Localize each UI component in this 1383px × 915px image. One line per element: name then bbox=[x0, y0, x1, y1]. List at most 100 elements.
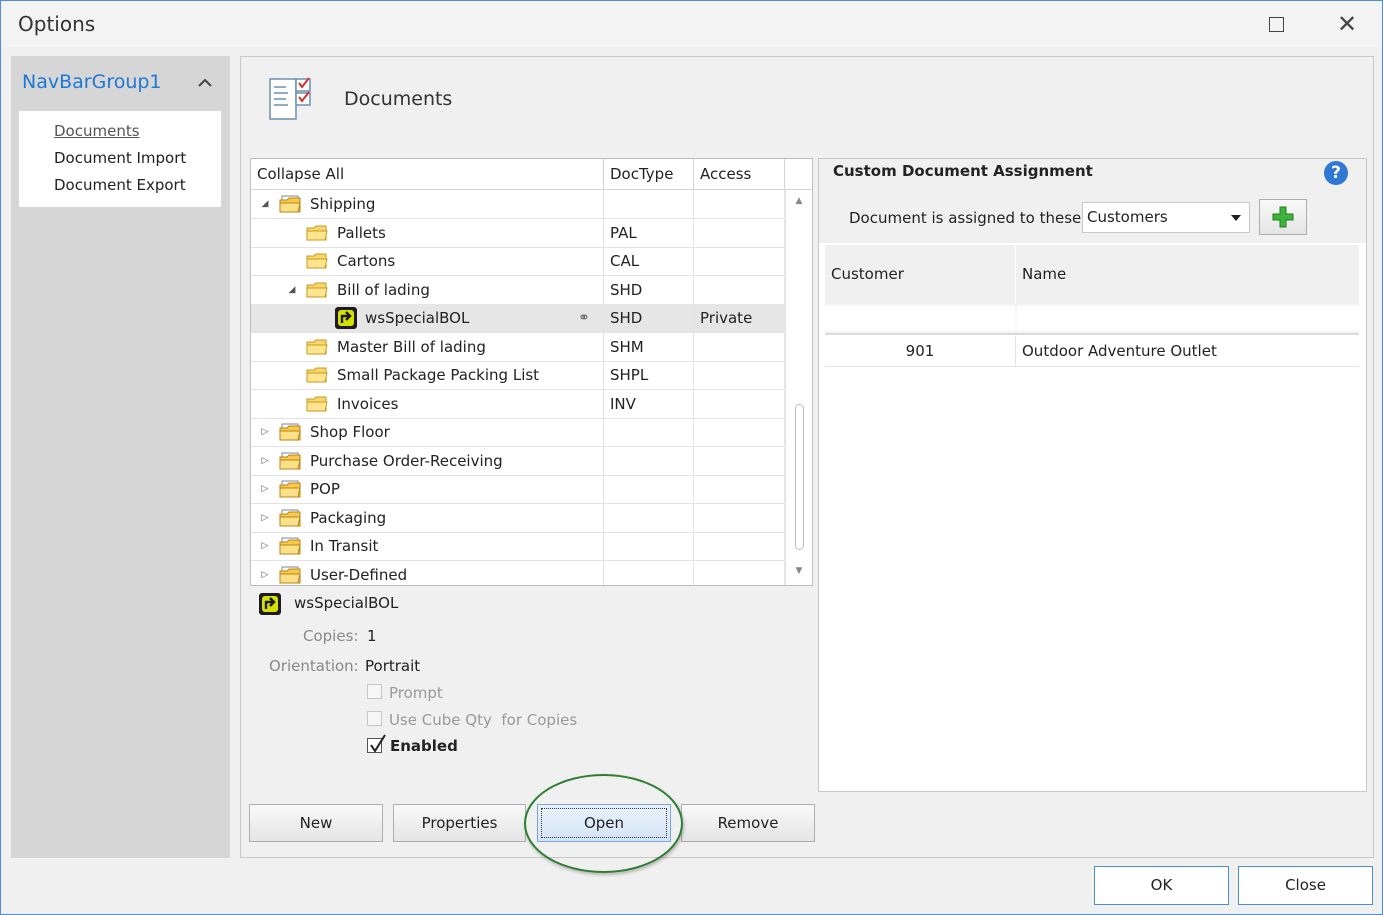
tree-scrollbar[interactable]: ▲ ▼ bbox=[785, 190, 812, 585]
name-cell: Outdoor Adventure Outlet bbox=[1022, 342, 1217, 360]
collapse-arrow-icon[interactable]: ◢ bbox=[286, 276, 298, 304]
column-header-customer[interactable]: Customer bbox=[825, 245, 1016, 304]
tree-row[interactable]: ▷ Packaging bbox=[251, 503, 785, 533]
scroll-up-icon[interactable]: ▲ bbox=[792, 196, 806, 206]
nav-bar: NavBarGroup1 Documents Document Import D… bbox=[11, 56, 230, 858]
nav-items: Documents Document Import Document Expor… bbox=[19, 111, 221, 207]
tree-row[interactable]: ▷ Shop Floor bbox=[251, 418, 785, 447]
tree-row[interactable]: ◢ Shipping bbox=[251, 190, 785, 219]
column-header-name[interactable]: Name bbox=[1016, 245, 1359, 304]
folder-stack-icon bbox=[279, 423, 301, 441]
folder-stack-icon bbox=[279, 566, 301, 583]
tree-row[interactable]: wsSpecialBOL ⚭ SHD Private bbox=[251, 304, 785, 333]
tree-doctype-cell bbox=[604, 190, 694, 218]
tree-access-cell bbox=[694, 247, 785, 275]
document-details: wsSpecialBOL Copies: 1 Orientation: Port… bbox=[250, 587, 813, 793]
tree-item-label: Invoices bbox=[337, 394, 399, 413]
tree-row[interactable]: ▷ POP bbox=[251, 475, 785, 504]
tree-row[interactable]: ▷ Purchase Order-Receiving bbox=[251, 446, 785, 476]
orientation-value: Portrait bbox=[365, 657, 421, 675]
folder-stack-icon bbox=[279, 509, 301, 526]
tree-access-cell bbox=[694, 190, 785, 218]
custom-doc-icon bbox=[335, 307, 357, 329]
tree-row[interactable]: ▷ In Transit bbox=[251, 532, 785, 561]
tree-name-cell: wsSpecialBOL ⚭ bbox=[251, 304, 604, 332]
tree-item-label: Shipping bbox=[310, 195, 376, 213]
checkmark-icon bbox=[370, 734, 386, 753]
help-icon[interactable]: ? bbox=[1324, 161, 1348, 185]
prompt-checkbox[interactable] bbox=[367, 684, 382, 699]
tree-item-label: Small Package Packing List bbox=[337, 366, 540, 384]
nav-item-document-import[interactable]: Document Import bbox=[54, 149, 186, 167]
tree-doctype-cell: INV bbox=[604, 389, 694, 418]
tree-item-label: POP bbox=[310, 480, 340, 498]
close-icon: ✕ bbox=[1336, 10, 1358, 38]
column-header-access[interactable]: Access bbox=[694, 159, 785, 190]
expand-arrow-icon[interactable]: ▷ bbox=[259, 418, 271, 446]
column-header-collapse-all[interactable]: Collapse All bbox=[251, 159, 604, 190]
maximize-icon bbox=[1268, 16, 1284, 32]
folder-icon bbox=[306, 339, 328, 354]
remove-button[interactable]: Remove bbox=[681, 804, 815, 842]
custom-doc-icon bbox=[259, 593, 281, 615]
ok-button[interactable]: OK bbox=[1094, 866, 1229, 905]
expand-arrow-icon[interactable]: ▷ bbox=[259, 447, 271, 475]
assigned-to-select[interactable]: Customers bbox=[1082, 202, 1250, 233]
enabled-checkbox[interactable] bbox=[367, 734, 386, 753]
tree-doctype-cell: SHD bbox=[604, 275, 694, 304]
tree-doctype-cell bbox=[604, 560, 694, 585]
tree-access-cell bbox=[694, 361, 785, 389]
tree-row[interactable]: Invoices INV bbox=[251, 389, 785, 419]
custom-document-assignment: Custom Document Assignment ? Document is… bbox=[818, 158, 1367, 792]
properties-button[interactable]: Properties bbox=[393, 804, 526, 842]
nav-item-documents[interactable]: Documents bbox=[54, 122, 140, 140]
highlight-ring bbox=[524, 774, 683, 873]
tree-name-cell: Invoices bbox=[251, 389, 604, 418]
prompt-label: Prompt bbox=[389, 684, 443, 702]
table-row[interactable]: 901 Outdoor Adventure Outlet bbox=[825, 336, 1359, 367]
use-cube-qty-checkbox[interactable] bbox=[367, 711, 382, 726]
plus-icon bbox=[1272, 206, 1294, 228]
expand-arrow-icon[interactable]: ▷ bbox=[259, 504, 271, 532]
nav-item-document-export[interactable]: Document Export bbox=[54, 176, 186, 194]
tree-item-label: wsSpecialBOL bbox=[365, 309, 470, 327]
tree-name-cell: ▷ POP bbox=[251, 475, 604, 503]
cda-header: Custom Document Assignment ? bbox=[819, 159, 1366, 187]
tree-access-cell bbox=[694, 475, 785, 503]
close-window-button[interactable]: ✕ bbox=[1332, 9, 1362, 39]
expand-arrow-icon[interactable]: ▷ bbox=[259, 561, 271, 586]
tree-doctype-cell bbox=[604, 446, 694, 475]
tree-row[interactable]: ◢ Bill of lading SHD bbox=[251, 275, 785, 305]
tree-row[interactable]: Cartons CAL bbox=[251, 247, 785, 276]
tree-name-cell: ▷ Packaging bbox=[251, 503, 604, 532]
scroll-down-icon[interactable]: ▼ bbox=[792, 566, 806, 576]
tree-row[interactable]: ▷ User-Defined bbox=[251, 560, 785, 586]
close-button[interactable]: Close bbox=[1238, 866, 1373, 905]
assignment-bar: Document is assigned to these: Customers bbox=[819, 187, 1366, 243]
column-header-doctype[interactable]: DocType bbox=[604, 159, 694, 190]
customer-filter-cell[interactable] bbox=[825, 306, 1015, 331]
tree-access-cell bbox=[694, 218, 785, 247]
expand-arrow-icon[interactable]: ▷ bbox=[259, 475, 271, 503]
collapse-arrow-icon[interactable]: ◢ bbox=[259, 190, 271, 218]
tree-row[interactable]: Master Bill of lading SHM bbox=[251, 332, 785, 362]
add-assignment-button[interactable] bbox=[1259, 199, 1307, 235]
tree-row[interactable]: Pallets PAL bbox=[251, 218, 785, 248]
tree-row[interactable]: Small Package Packing List SHPL bbox=[251, 361, 785, 390]
tree-name-cell: Cartons bbox=[251, 247, 604, 275]
title-bar: Options ✕ bbox=[1, 1, 1382, 47]
folder-stack-icon bbox=[279, 195, 301, 213]
chevron-up-icon[interactable] bbox=[194, 72, 216, 94]
scroll-thumb[interactable] bbox=[795, 404, 804, 550]
tree-item-label: Cartons bbox=[337, 252, 396, 270]
document-tree: Collapse All DocType Access ◢ Shipping Pal… bbox=[250, 158, 813, 586]
folder-stack-icon bbox=[279, 452, 301, 469]
tree-doctype-cell: SHPL bbox=[604, 361, 694, 389]
tree-name-cell: ▷ Purchase Order-Receiving bbox=[251, 446, 604, 475]
nav-group-header[interactable]: NavBarGroup1 bbox=[22, 71, 162, 93]
name-filter-cell[interactable] bbox=[1017, 306, 1359, 331]
expand-arrow-icon[interactable]: ▷ bbox=[259, 532, 271, 560]
tree-doctype-cell: SHM bbox=[604, 332, 694, 361]
new-button[interactable]: New bbox=[249, 804, 383, 842]
maximize-button[interactable] bbox=[1261, 9, 1291, 39]
